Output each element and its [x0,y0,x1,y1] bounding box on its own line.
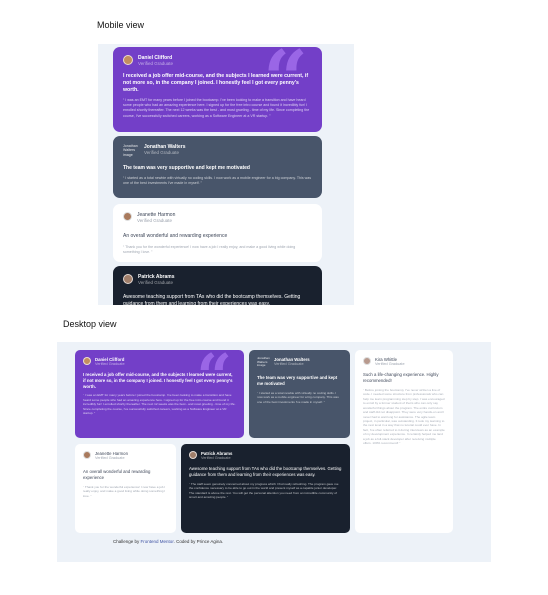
avatar [83,451,91,459]
testimonial-body: “ The staff seem genuinely concerned abo… [189,481,339,500]
testimonial-card-patrick: Patrick Abrams Verified Graduate Awesome… [181,444,350,533]
testimonial-headline: Such a life-changing experience. Highly … [363,372,439,383]
author-status: Verified Graduate [95,362,125,366]
mobile-view-frame: “ Daniel Clifford Verified Graduate I re… [98,44,354,305]
testimonial-card-jonathan: Jonathan Walters image Jonathan Walters … [249,350,350,438]
testimonial-headline: The team was very supportive and kept me… [257,375,338,386]
author-status: Verified Graduate [137,218,173,223]
testimonial-body: “ I started as a total newbie with virtu… [123,175,312,185]
testimonial-body: “ Before joining the bootcamp, I've neve… [363,387,445,446]
avatar [123,212,132,221]
testimonial-author: Jonathan Walters image Jonathan Walters … [123,144,312,166]
attribution-prefix: Challenge by [113,539,140,544]
author-status: Verified Graduate [144,150,180,155]
author-status: Verified Graduate [95,456,125,460]
testimonial-headline: An overall wonderful and rewarding exper… [83,469,151,480]
testimonial-card-daniel: “ Daniel Clifford Verified Graduate I re… [75,350,244,438]
testimonial-headline: Awesome teaching support from TAs who di… [189,466,342,477]
testimonial-author: Patrick Abrams Verified Graduate [189,451,342,460]
testimonial-headline: Awesome teaching support from TAs who di… [123,294,301,305]
testimonial-author: Jeanette Harmon Verified Graduate [123,212,312,223]
author-status: Verified Graduate [274,362,304,366]
mobile-view-label: Mobile view [97,20,145,30]
author-status: Verified Graduate [375,362,405,366]
testimonial-body: “ I started as a total newbie with virtu… [257,390,339,404]
avatar [83,357,91,365]
testimonial-card-kira: Kira Whittle Verified Graduate Such a li… [355,350,453,533]
author-status: Verified Graduate [138,61,174,66]
broken-avatar-image: Jonathan Walters image [123,144,138,157]
frontend-mentor-link[interactable]: Frontend Mentor [141,539,174,544]
testimonial-card-jonathan: Jonathan Walters image Jonathan Walters … [113,136,322,198]
testimonial-card-daniel: “ Daniel Clifford Verified Graduate I re… [113,47,322,132]
testimonial-author: Patrick Abrams Verified Graduate [123,274,312,285]
testimonial-headline: The team was very supportive and kept me… [123,165,250,171]
testimonial-author: Jonathan Walters image Jonathan Walters … [257,356,342,375]
desktop-view-frame: “ Daniel Clifford Verified Graduate I re… [57,342,491,562]
author-status: Verified Graduate [138,280,174,285]
attribution: Challenge by Frontend Mentor. Coded by P… [113,539,223,544]
avatar [363,357,371,365]
avatar [123,55,133,65]
testimonial-body: “ I was an EMT for many years before I j… [123,98,310,118]
testimonial-card-jeanette: Jeanette Harmon Verified Graduate An ove… [75,444,176,533]
avatar [189,451,197,459]
avatar [123,274,133,284]
testimonial-body: “ I was an EMT for many years before I j… [83,393,236,416]
testimonial-author: Kira Whittle Verified Graduate [363,357,445,366]
testimonial-card-jeanette: Jeanette Harmon Verified Graduate An ove… [113,204,322,262]
attribution-middle: . Coded by [173,539,196,544]
testimonial-body: “ Thank you for the wonderful experience… [123,244,296,254]
testimonial-author: Jeanette Harmon Verified Graduate [83,451,168,460]
attribution-author: Prince Agina. [196,539,224,544]
testimonial-headline: An overall wonderful and rewarding exper… [123,233,228,239]
testimonial-body: “ Thank you for the wonderful experience… [83,484,166,498]
author-status: Verified Graduate [201,456,231,460]
broken-avatar-image: Jonathan Walters image [257,356,270,368]
testimonial-card-patrick: Patrick Abrams Verified Graduate Awesome… [113,266,322,305]
desktop-view-label: Desktop view [63,319,117,329]
